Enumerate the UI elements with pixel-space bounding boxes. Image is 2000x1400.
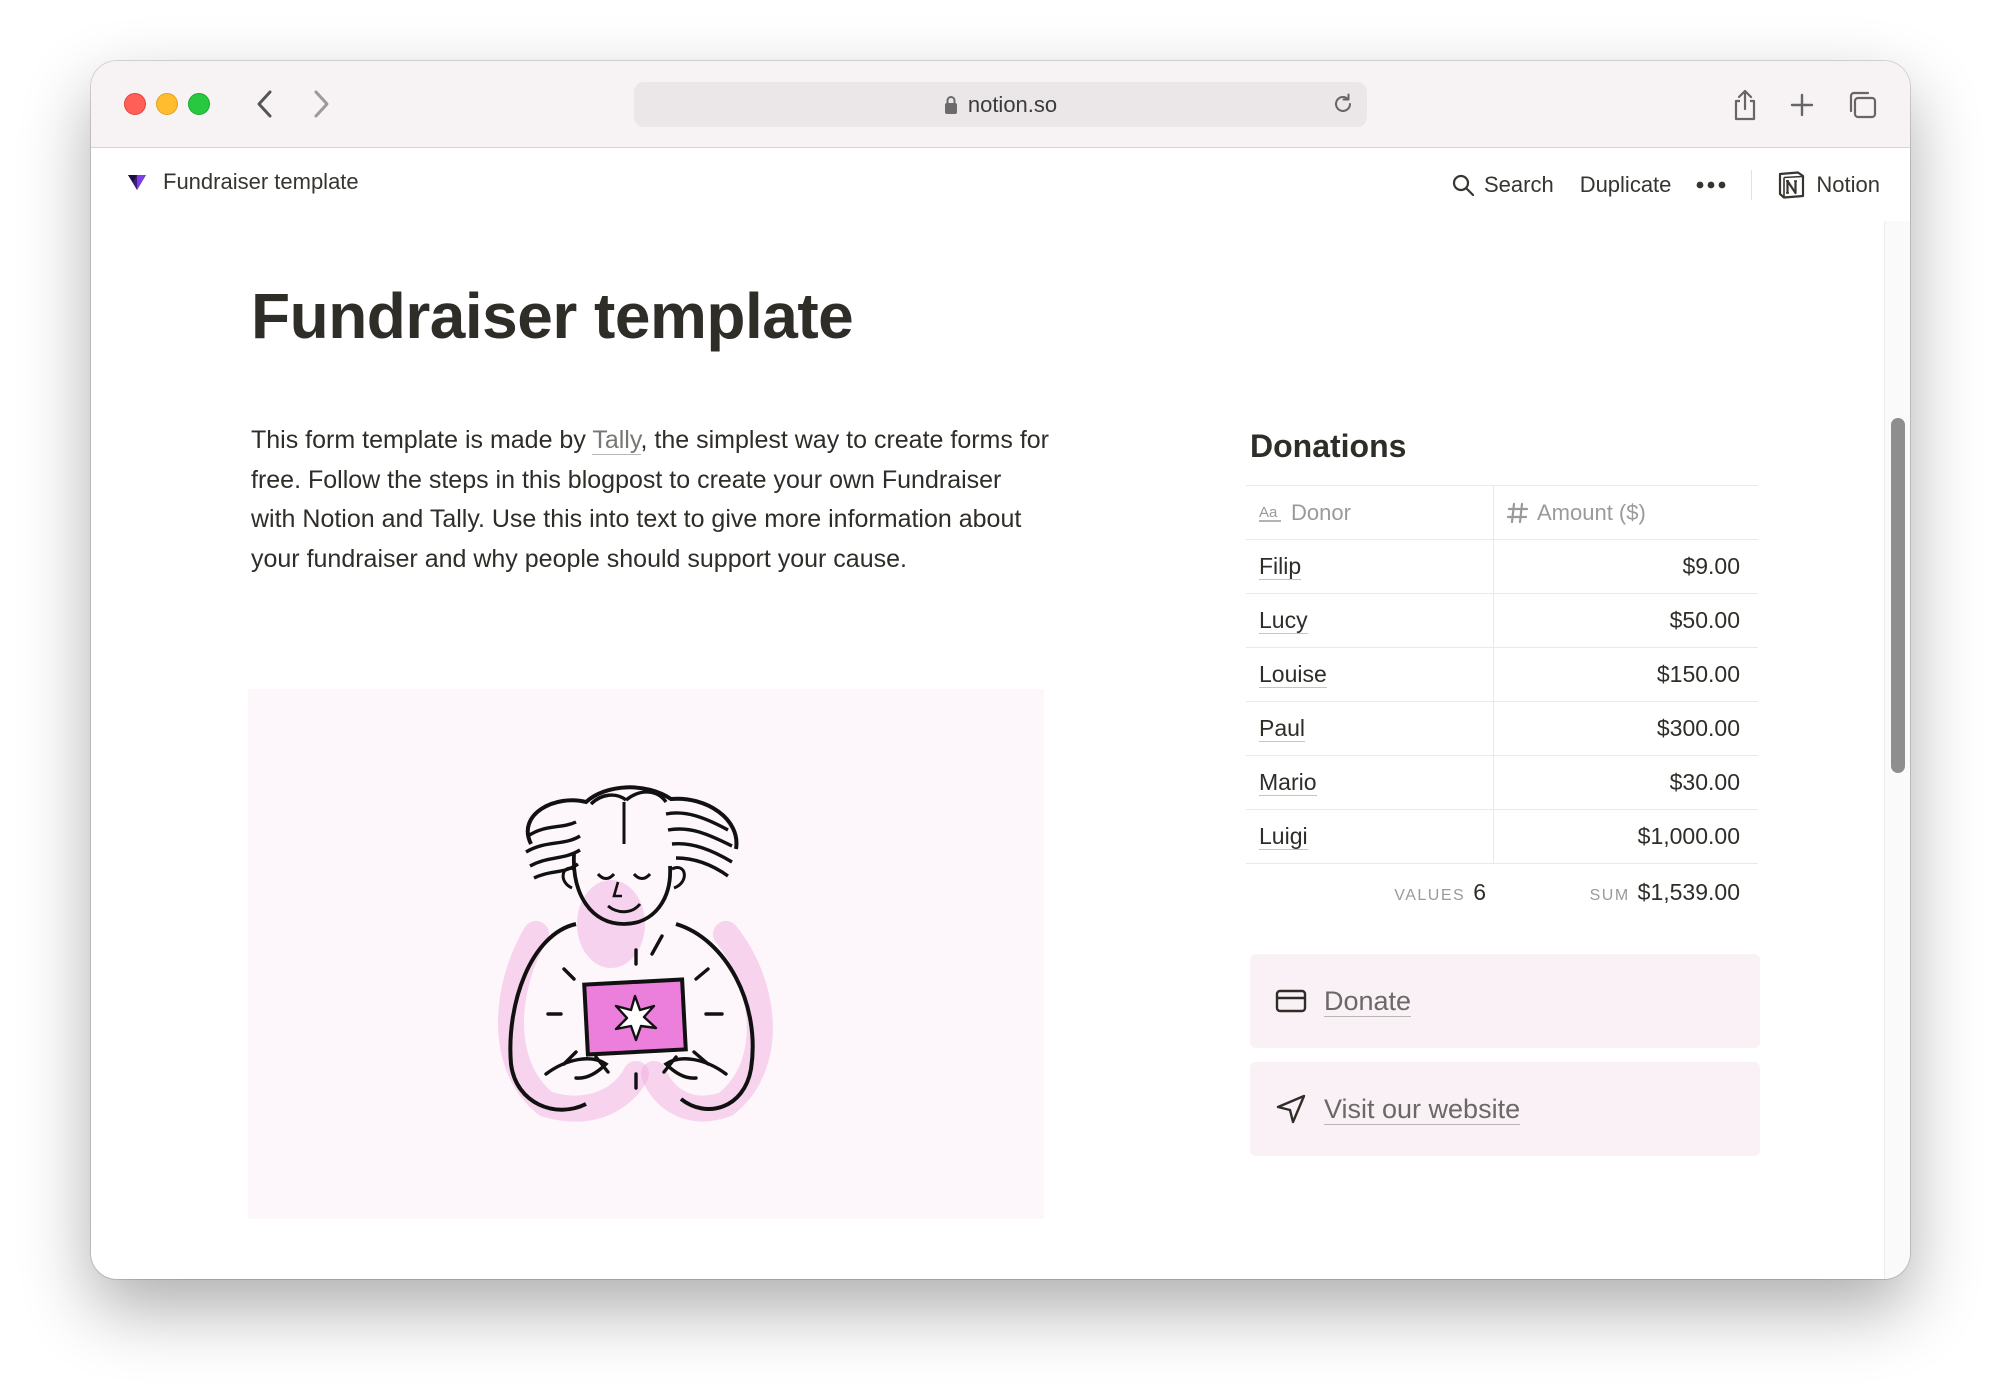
- topbar-actions: Search Duplicate Notion: [1451, 165, 1880, 205]
- donor-name: Paul: [1259, 715, 1306, 742]
- amount-cell[interactable]: $50.00: [1494, 594, 1758, 647]
- fundraiser-illustration: [248, 689, 1044, 1219]
- page-scrollbar[interactable]: [1884, 221, 1910, 1279]
- browser-titlebar: notion.so: [91, 61, 1910, 148]
- column-header-amount-label: Amount ($): [1537, 499, 1646, 525]
- notion-brand-label: Notion: [1816, 172, 1880, 197]
- amount-cell[interactable]: $1,000.00: [1494, 810, 1758, 863]
- close-window-button[interactable]: [124, 93, 146, 115]
- donor-name: Filip: [1259, 553, 1302, 580]
- more-options-button[interactable]: [1695, 180, 1727, 190]
- notion-logo-icon: [1779, 171, 1805, 199]
- donate-link[interactable]: Donate: [1324, 986, 1412, 1017]
- amount-cell[interactable]: $150.00: [1494, 648, 1758, 701]
- table-row[interactable]: Filip $9.00: [1246, 540, 1758, 594]
- zoom-window-button[interactable]: [188, 93, 210, 115]
- donations-table: Aa Donor Amount ($) Filip $9.00 Lucy $50…: [1246, 485, 1758, 920]
- column-header-donor-label: Donor: [1291, 499, 1351, 525]
- table-row[interactable]: Lucy $50.00: [1246, 594, 1758, 648]
- tabs-icon: [1849, 91, 1877, 119]
- notion-brand-link[interactable]: Notion: [1776, 170, 1880, 200]
- table-calculation-row: VALUES 6 SUM $1,539.00: [1246, 864, 1758, 920]
- duplicate-button[interactable]: Duplicate: [1580, 172, 1672, 198]
- donor-cell[interactable]: Louise: [1246, 648, 1494, 701]
- address-bar[interactable]: notion.so: [634, 82, 1367, 127]
- column-header-amount[interactable]: Amount ($): [1494, 486, 1758, 539]
- intro-paragraph: This form template is made by Tally, the…: [251, 421, 1051, 579]
- table-row[interactable]: Louise $150.00: [1246, 648, 1758, 702]
- new-tab-button[interactable]: [1782, 85, 1822, 125]
- scrollbar-thumb[interactable]: [1891, 418, 1905, 773]
- values-label: VALUES: [1394, 886, 1466, 904]
- donor-cell[interactable]: Filip: [1246, 540, 1494, 593]
- browser-window: notion.so Fundraiser template Search Dup…: [91, 61, 1910, 1279]
- share-button[interactable]: [1725, 85, 1765, 125]
- amount-cell[interactable]: $300.00: [1494, 702, 1758, 755]
- table-header-row: Aa Donor Amount ($): [1246, 486, 1758, 540]
- notion-topbar: Fundraiser template Search Duplicate Not…: [91, 149, 1910, 221]
- tally-link[interactable]: Tally: [592, 426, 641, 455]
- search-label: Search: [1483, 172, 1554, 197]
- website-callout[interactable]: Visit our website: [1250, 1062, 1760, 1156]
- intro-text-start: This form template is made by: [251, 426, 593, 454]
- search-icon: [1452, 174, 1475, 197]
- navigation-arrow-icon: [1276, 1094, 1306, 1124]
- tab-overview-button[interactable]: [1842, 85, 1882, 125]
- search-button[interactable]: Search: [1451, 172, 1554, 198]
- sum-label: SUM: [1589, 886, 1630, 904]
- person-holding-gift-illustration: [498, 785, 773, 1122]
- chevron-left-icon: [257, 90, 272, 118]
- sum-calculation[interactable]: SUM $1,539.00: [1494, 879, 1758, 906]
- url-text: notion.so: [967, 91, 1058, 117]
- sum-value: $1,539.00: [1637, 878, 1740, 905]
- minimize-window-button[interactable]: [156, 93, 178, 115]
- back-button[interactable]: [247, 85, 283, 123]
- tally-logo-icon: [128, 175, 146, 190]
- donor-name: Lucy: [1259, 607, 1308, 634]
- svg-text:Aa: Aa: [1259, 504, 1278, 521]
- more-horizontal-icon: [1697, 181, 1726, 189]
- table-row[interactable]: Paul $300.00: [1246, 702, 1758, 756]
- plus-icon: [1790, 93, 1814, 117]
- visit-website-link[interactable]: Visit our website: [1324, 1094, 1521, 1125]
- credit-card-icon: [1275, 989, 1307, 1013]
- reload-icon[interactable]: [1331, 92, 1355, 116]
- page-title: Fundraiser template: [251, 280, 854, 352]
- share-icon: [1734, 89, 1756, 121]
- chevron-right-icon: [314, 90, 329, 118]
- table-row[interactable]: Mario $30.00: [1246, 756, 1758, 810]
- donate-callout[interactable]: Donate: [1250, 954, 1760, 1048]
- topbar-divider: [1751, 170, 1753, 200]
- donor-cell[interactable]: Paul: [1246, 702, 1494, 755]
- duplicate-label: Duplicate: [1579, 172, 1672, 197]
- donor-cell[interactable]: Mario: [1246, 756, 1494, 809]
- forward-button[interactable]: [303, 85, 339, 123]
- donor-name: Mario: [1259, 769, 1317, 796]
- amount-cell[interactable]: $30.00: [1494, 756, 1758, 809]
- donor-name: Louise: [1259, 661, 1327, 688]
- table-row[interactable]: Luigi $1,000.00: [1246, 810, 1758, 864]
- breadcrumb-page-title: Fundraiser template: [163, 169, 359, 194]
- column-header-donor[interactable]: Aa Donor: [1246, 486, 1494, 539]
- donations-title: Donations: [1250, 428, 1407, 464]
- lock-icon: [944, 95, 958, 115]
- donor-cell[interactable]: Luigi: [1246, 810, 1494, 863]
- donor-cell[interactable]: Lucy: [1246, 594, 1494, 647]
- breadcrumb[interactable]: Fundraiser template: [125, 169, 359, 195]
- amount-cell[interactable]: $9.00: [1494, 540, 1758, 593]
- text-property-icon: Aa: [1259, 504, 1281, 522]
- number-property-icon: [1507, 502, 1529, 523]
- donor-name: Luigi: [1259, 823, 1308, 850]
- count-values-calculation[interactable]: VALUES 6: [1246, 879, 1494, 906]
- values-count: 6: [1473, 878, 1486, 905]
